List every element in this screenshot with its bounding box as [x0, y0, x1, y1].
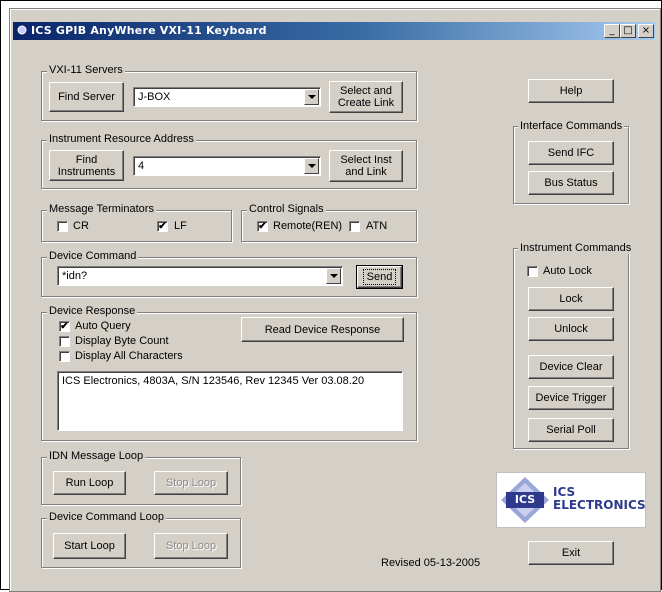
interface-commands-legend: Interface Commands [518, 120, 625, 132]
auto-lock-label: Auto Lock [543, 265, 592, 277]
device-response-textarea[interactable]: ICS Electronics, 4803A, S/N 123546, Rev … [57, 371, 403, 431]
check-icon: ✔ [158, 221, 167, 232]
server-combo-dropdown[interactable] [304, 89, 319, 105]
display-byte-count-checkbox[interactable] [59, 336, 70, 347]
ics-logo: ICS ICS ELECTRONICS [496, 472, 646, 528]
message-terminators-legend: Message Terminators [47, 203, 156, 215]
chevron-down-icon [307, 95, 316, 99]
help-label: Help [559, 85, 583, 97]
command-stop-loop-label: Stop Loop [165, 540, 217, 552]
unlock-label: Unlock [554, 323, 588, 335]
bus-status-button[interactable]: Bus Status [528, 171, 614, 195]
exit-label: Exit [561, 547, 581, 559]
unlock-button[interactable]: Unlock [528, 317, 614, 341]
lf-label: LF [174, 220, 187, 232]
device-command-value: *idn? [62, 270, 88, 282]
instrument-address-legend: Instrument Resource Address [47, 133, 196, 145]
atn-checkbox[interactable] [349, 221, 360, 232]
close-button[interactable]: × [638, 24, 654, 38]
find-instruments-button[interactable]: Find Instruments [49, 150, 124, 181]
find-server-label: Find Server [58, 91, 115, 103]
auto-query-checkbox[interactable]: ✔ [59, 321, 70, 332]
read-device-response-button[interactable]: Read Device Response [241, 317, 404, 342]
cr-checkbox[interactable] [57, 221, 68, 232]
check-icon: ✔ [258, 221, 267, 232]
vxi-servers-legend: VXI-11 Servers [47, 64, 125, 76]
device-command-combo[interactable]: *idn? [57, 266, 343, 286]
find-instruments-label: Find Instruments [57, 153, 116, 178]
select-create-link-label: Select and Create Link [337, 85, 395, 109]
select-create-link-button[interactable]: Select and Create Link [329, 81, 403, 113]
instrument-address-combo[interactable]: 4 [133, 156, 321, 176]
help-button[interactable]: Help [528, 79, 614, 103]
remote-ren-checkbox[interactable]: ✔ [257, 221, 268, 232]
minimize-button[interactable]: _ [604, 24, 620, 38]
chevron-down-icon [329, 274, 338, 278]
instrument-commands-legend: Instrument Commands [518, 242, 634, 254]
read-device-response-label: Read Device Response [264, 323, 381, 336]
atn-label: ATN [366, 220, 388, 232]
device-command-legend: Device Command [47, 250, 139, 262]
send-ifc-label: Send IFC [547, 147, 595, 159]
lf-checkbox[interactable]: ✔ [157, 221, 168, 232]
serial-poll-button[interactable]: Serial Poll [528, 418, 614, 442]
start-loop-button[interactable]: Start Loop [53, 533, 126, 559]
idn-stop-loop-label: Stop Loop [165, 477, 217, 489]
select-inst-link-label: Select Inst and Link [340, 154, 392, 178]
logo-line2: ELECTRONICS [553, 498, 646, 512]
display-byte-count-label: Display Byte Count [75, 335, 169, 347]
window-title: ICS GPIB AnyWhere VXI-11 Keyboard [31, 24, 267, 37]
display-all-characters-label: Display All Characters [75, 350, 183, 362]
instrument-address-value: 4 [138, 160, 145, 172]
auto-lock-checkbox[interactable] [527, 266, 538, 277]
server-combo[interactable]: J-BOX [133, 87, 321, 107]
serial-poll-label: Serial Poll [546, 424, 596, 436]
display-all-characters-checkbox[interactable] [59, 351, 70, 362]
device-response-legend: Device Response [47, 305, 138, 317]
device-response-text: ICS Electronics, 4803A, S/N 123546, Rev … [62, 375, 365, 387]
maximize-button[interactable]: □ [620, 24, 636, 38]
device-command-dropdown[interactable] [326, 268, 341, 284]
app-icon [17, 25, 27, 35]
lock-button[interactable]: Lock [528, 287, 614, 311]
exit-button[interactable]: Exit [528, 541, 614, 565]
start-loop-label: Start Loop [64, 540, 115, 552]
check-icon: ✔ [60, 321, 69, 332]
command-stop-loop-button[interactable]: Stop Loop [154, 533, 228, 559]
lock-label: Lock [559, 293, 583, 305]
device-clear-button[interactable]: Device Clear [528, 355, 614, 379]
select-inst-link-button[interactable]: Select Inst and Link [329, 150, 403, 182]
server-combo-value: J-BOX [138, 91, 171, 103]
find-server-button[interactable]: Find Server [49, 82, 124, 112]
logo-line1: ICS [553, 485, 576, 499]
run-loop-button[interactable]: Run Loop [53, 471, 126, 495]
run-loop-label: Run Loop [65, 477, 114, 489]
send-label: Send [362, 269, 397, 285]
send-ifc-button[interactable]: Send IFC [528, 141, 614, 165]
send-button[interactable]: Send [356, 265, 403, 289]
command-loop-legend: Device Command Loop [47, 511, 166, 523]
chevron-down-icon [307, 164, 316, 168]
idn-loop-legend: IDN Message Loop [47, 450, 146, 462]
instrument-address-dropdown[interactable] [304, 158, 319, 174]
idn-stop-loop-button[interactable]: Stop Loop [154, 471, 228, 495]
device-trigger-button[interactable]: Device Trigger [528, 386, 614, 410]
revised-date: Revised 05-13-2005 [381, 557, 481, 569]
device-trigger-label: Device Trigger [535, 392, 607, 404]
bus-status-label: Bus Status [544, 177, 598, 189]
remote-ren-label: Remote(REN) [273, 220, 343, 232]
control-signals-legend: Control Signals [247, 203, 326, 215]
logo-badge-text: ICS [514, 493, 536, 506]
device-clear-label: Device Clear [539, 361, 603, 373]
cr-label: CR [73, 220, 89, 232]
auto-query-label: Auto Query [75, 320, 131, 332]
